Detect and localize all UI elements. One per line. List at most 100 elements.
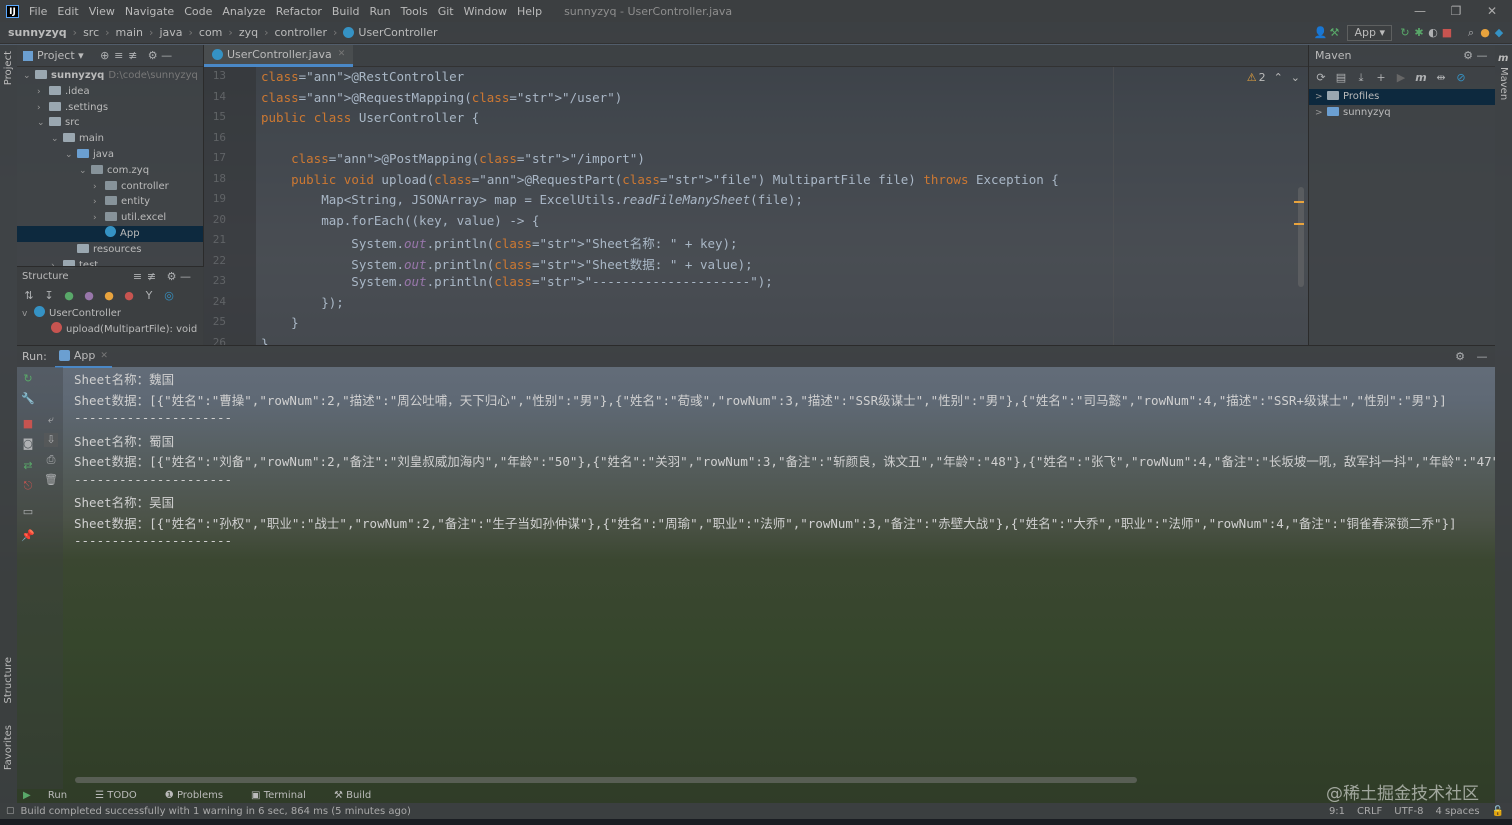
structure-tool-tab[interactable]: Structure bbox=[3, 657, 14, 704]
stop-icon[interactable]: ■ bbox=[1440, 26, 1454, 40]
menu-analyze[interactable]: Analyze bbox=[222, 5, 265, 18]
wrench-icon[interactable]: 🔧 bbox=[21, 392, 35, 406]
file-encoding[interactable]: UTF-8 bbox=[1394, 806, 1423, 817]
hide-panel-icon[interactable]: — bbox=[179, 270, 193, 284]
hide-panel-icon[interactable]: — bbox=[1475, 350, 1489, 364]
hide-panel-icon[interactable]: — bbox=[160, 49, 174, 63]
toggle-offline-icon[interactable]: ⇹ bbox=[1434, 71, 1448, 85]
close-window-button[interactable]: ✕ bbox=[1474, 0, 1510, 22]
anonymous-classes-icon[interactable]: ◎ bbox=[162, 289, 176, 303]
plugin-icon[interactable]: ◆ bbox=[1492, 26, 1506, 40]
expand-arrow-icon[interactable]: ⌄ bbox=[23, 69, 35, 85]
collapse-all-icon[interactable]: ≢ bbox=[145, 270, 159, 284]
restore-layout-icon[interactable]: ⇄ bbox=[21, 459, 35, 473]
maven-tool-tab[interactable]: Maven bbox=[1498, 67, 1509, 100]
gear-icon[interactable]: ⚙ bbox=[1453, 350, 1467, 364]
line-separator[interactable]: CRLF bbox=[1357, 806, 1382, 817]
next-highlight-icon[interactable]: ⌄ bbox=[1291, 71, 1300, 84]
structure-item[interactable]: v UserController bbox=[17, 306, 204, 322]
gear-icon[interactable]: ⚙ bbox=[146, 49, 160, 63]
close-tab-icon[interactable]: ✕ bbox=[338, 49, 346, 59]
sort-alpha-icon[interactable]: ↧ bbox=[42, 289, 56, 303]
rerun-icon[interactable]: ↻ bbox=[21, 372, 35, 386]
project-tree-item[interactable]: › util.excel bbox=[17, 210, 203, 226]
print-icon[interactable]: ⎙ bbox=[44, 453, 58, 467]
warning-marker[interactable] bbox=[1294, 201, 1304, 203]
breadcrumb-controller[interactable]: controller bbox=[275, 26, 327, 39]
breadcrumb-usercontroller[interactable]: UserController bbox=[358, 26, 437, 39]
coverage-icon[interactable]: ◐ bbox=[1426, 26, 1440, 40]
gear-icon[interactable]: ⚙ bbox=[1461, 49, 1475, 63]
console-horizontal-scrollbar[interactable] bbox=[75, 777, 1137, 783]
breadcrumb-main[interactable]: main bbox=[116, 26, 143, 39]
exit-icon[interactable]: ⎋ bbox=[21, 479, 35, 493]
reload-icon[interactable]: ⟳ bbox=[1314, 71, 1328, 85]
run-tab-app[interactable]: App ✕ bbox=[54, 346, 112, 368]
menu-edit[interactable]: Edit bbox=[57, 5, 78, 18]
caret-position[interactable]: 9:1 bbox=[1329, 806, 1345, 817]
locate-icon[interactable]: ⊕ bbox=[98, 49, 112, 63]
user-icon[interactable]: 👤 bbox=[1313, 26, 1328, 40]
debug-icon[interactable]: ✱ bbox=[1412, 26, 1426, 40]
menu-refactor[interactable]: Refactor bbox=[276, 5, 322, 18]
expand-arrow-icon[interactable]: › bbox=[93, 211, 105, 227]
project-tree-item[interactable]: ⌄ main bbox=[17, 131, 203, 147]
breadcrumb-src[interactable]: src bbox=[83, 26, 99, 39]
project-tree-item[interactable]: ⌄ com.zyq bbox=[17, 163, 203, 179]
download-icon[interactable]: ⤓ bbox=[1354, 71, 1368, 85]
tool-tab-run[interactable]: ▶ Run bbox=[23, 790, 81, 801]
expand-all-icon[interactable]: ≡ bbox=[112, 49, 126, 63]
search-icon[interactable]: ⌕ bbox=[1464, 26, 1478, 40]
soft-wrap-icon[interactable]: ⤶ bbox=[44, 413, 58, 427]
show-properties-icon[interactable]: ● bbox=[82, 289, 96, 303]
generate-sources-icon[interactable]: ▤ bbox=[1334, 71, 1348, 85]
menu-file[interactable]: File bbox=[29, 5, 47, 18]
project-tree-item[interactable]: ⌄ java bbox=[17, 147, 203, 163]
project-tool-tab[interactable]: Project bbox=[3, 51, 14, 85]
indent-setting[interactable]: 4 spaces bbox=[1435, 806, 1479, 817]
prev-highlight-icon[interactable]: ⌃ bbox=[1274, 71, 1283, 84]
add-icon[interactable]: + bbox=[1374, 71, 1388, 85]
run-console[interactable]: Sheet名称：魏国 Sheet数据：[{"姓名":"曹操","rowNum":2… bbox=[63, 367, 1495, 777]
menu-run[interactable]: Run bbox=[370, 5, 391, 18]
run-configuration-select[interactable]: App ▾ bbox=[1347, 25, 1392, 41]
expand-arrow-icon[interactable]: ⌄ bbox=[51, 132, 63, 148]
menu-build[interactable]: Build bbox=[332, 5, 360, 18]
project-tree-item[interactable]: App bbox=[17, 225, 203, 242]
menu-git[interactable]: Git bbox=[438, 5, 454, 18]
project-tree-item[interactable]: › .idea bbox=[17, 84, 203, 100]
menu-code[interactable]: Code bbox=[184, 5, 212, 18]
expand-arrow-icon[interactable]: › bbox=[37, 101, 49, 117]
gear-icon[interactable]: ⚙ bbox=[165, 270, 179, 284]
expand-arrow-icon[interactable]: › bbox=[93, 195, 105, 211]
run-icon[interactable]: ▶ bbox=[1394, 71, 1408, 85]
code-editor[interactable]: 13 14 15 16 17 18 19 20 21 22 23 24 25 26 ⚠ 2 ⌃ ⌄ cla… bbox=[204, 67, 1308, 345]
scroll-to-end-icon[interactable]: ⇩ bbox=[44, 433, 58, 447]
breadcrumb-java[interactable]: java bbox=[159, 26, 182, 39]
warning-marker[interactable] bbox=[1294, 223, 1304, 225]
close-tab-icon[interactable]: ✕ bbox=[100, 351, 108, 361]
expand-arrow-icon[interactable]: › bbox=[93, 180, 105, 196]
tool-tab-build[interactable]: ⚒ Build bbox=[334, 790, 385, 801]
project-tree-item[interactable]: ⌄ sunnyzyq D:\code\sunnyzyq bbox=[17, 68, 203, 84]
inspection-widget[interactable]: ⚠ 2 ⌃ ⌄ bbox=[1247, 71, 1300, 84]
structure-item[interactable]: upload(MultipartFile): void bbox=[17, 321, 204, 338]
show-non-public-icon[interactable]: ● bbox=[122, 289, 136, 303]
expand-all-icon[interactable]: ≡ bbox=[131, 270, 145, 284]
project-tree-item[interactable]: resources bbox=[17, 242, 203, 258]
filter-icon[interactable]: Y bbox=[142, 289, 156, 303]
hide-panel-icon[interactable]: — bbox=[1475, 49, 1489, 63]
camera-icon[interactable]: ◙ bbox=[21, 437, 35, 451]
expand-arrow-icon[interactable]: ⌄ bbox=[37, 116, 49, 132]
skip-tests-icon[interactable]: ⊘ bbox=[1454, 71, 1468, 85]
build-hammer-icon[interactable]: ⚒ bbox=[1327, 26, 1341, 40]
maximize-button[interactable]: ❐ bbox=[1438, 0, 1474, 22]
tool-tab-problems[interactable]: ❶ Problems bbox=[165, 790, 237, 801]
show-inherited-icon[interactable]: ● bbox=[62, 289, 76, 303]
breadcrumb-zyq[interactable]: zyq bbox=[239, 26, 258, 39]
expand-arrow-icon[interactable]: › bbox=[37, 85, 49, 101]
show-fields-icon[interactable]: ● bbox=[102, 289, 116, 303]
tool-tab-todo[interactable]: ☰ TODO bbox=[95, 790, 151, 801]
tab-usercontroller[interactable]: UserController.java ✕ bbox=[204, 44, 354, 67]
pin-icon[interactable]: 📌 bbox=[21, 529, 35, 543]
